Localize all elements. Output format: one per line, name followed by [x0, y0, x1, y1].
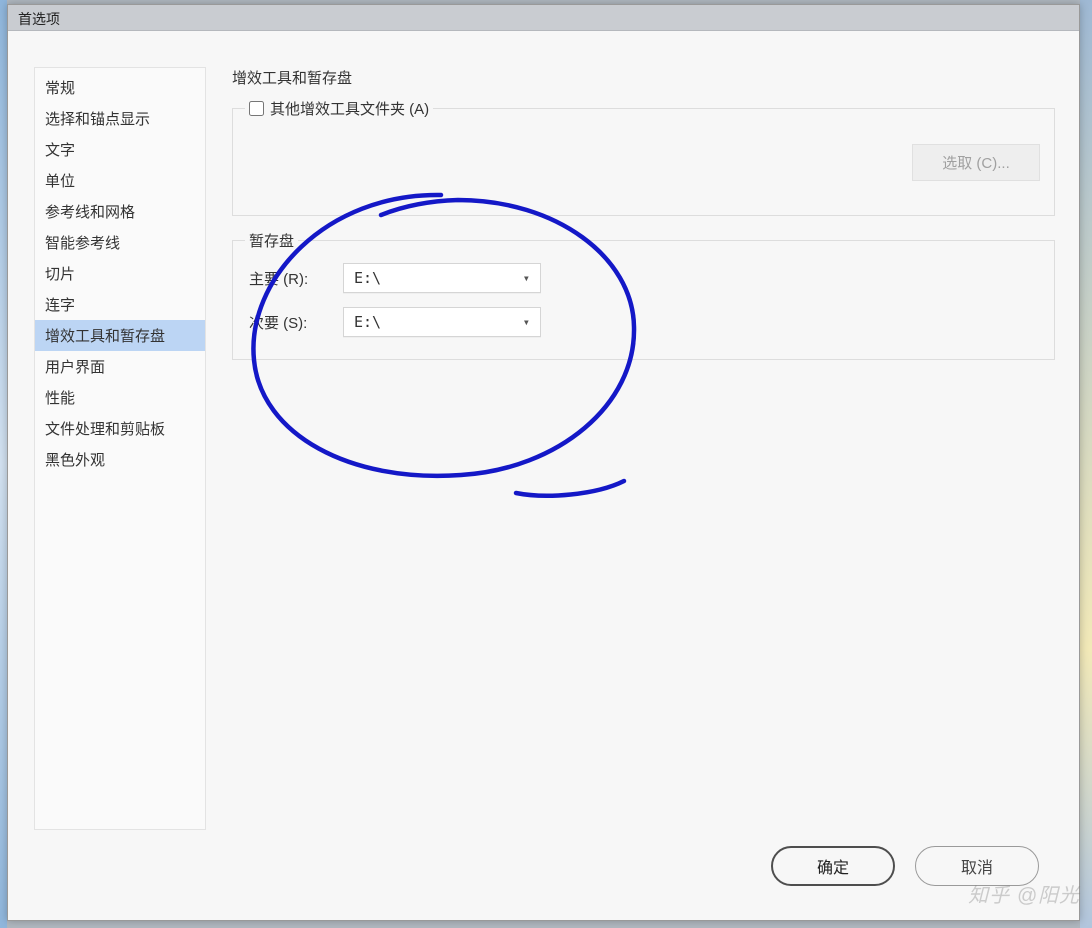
secondary-scratch-dropdown[interactable]: E:\ ▾ — [343, 307, 541, 337]
sidebar-item-general[interactable]: 常规 — [35, 72, 205, 103]
sidebar-item-label: 智能参考线 — [45, 235, 120, 252]
plugin-folder-legend: 其他增效工具文件夹 (A) — [245, 98, 433, 119]
sidebar-item-label: 增效工具和暂存盘 — [45, 328, 165, 345]
content-panel: 增效工具和暂存盘 其他增效工具文件夹 (A) 选取 (C)... 暂存盘 — [232, 67, 1055, 830]
sidebar-item-black-appearance[interactable]: 黑色外观 — [35, 444, 205, 475]
sidebar-item-label: 黑色外观 — [45, 452, 105, 469]
sidebar-item-label: 用户界面 — [45, 359, 105, 376]
primary-scratch-value: E:\ — [354, 269, 381, 287]
sidebar-item-hyphenation[interactable]: 连字 — [35, 289, 205, 320]
plugin-folder-checkbox[interactable] — [249, 101, 264, 116]
sidebar-item-label: 单位 — [45, 173, 75, 190]
sidebar-item-plugins-scratch[interactable]: 增效工具和暂存盘 — [35, 320, 205, 351]
sidebar-item-label: 连字 — [45, 297, 75, 314]
sidebar-item-user-interface[interactable]: 用户界面 — [35, 351, 205, 382]
secondary-label: 次要 (S): — [249, 312, 337, 333]
chevron-down-icon: ▾ — [523, 271, 530, 285]
ok-button[interactable]: 确定 — [771, 846, 895, 886]
sidebar-item-label: 参考线和网格 — [45, 204, 135, 221]
sidebar-item-type[interactable]: 文字 — [35, 134, 205, 165]
sidebar-item-slices[interactable]: 切片 — [35, 258, 205, 289]
window-titlebar: 首选项 — [8, 5, 1079, 31]
sidebar-item-label: 性能 — [45, 390, 75, 407]
scratch-disk-legend: 暂存盘 — [245, 230, 298, 251]
sidebar-item-label: 切片 — [45, 266, 75, 283]
sidebar-item-label: 选择和锚点显示 — [45, 111, 150, 128]
scratch-disk-group: 暂存盘 主要 (R): E:\ ▾ 次要 (S): E:\ ▾ — [232, 240, 1055, 360]
sidebar-item-label: 常规 — [45, 80, 75, 97]
sidebar-item-units[interactable]: 单位 — [35, 165, 205, 196]
sidebar-item-guides-grid[interactable]: 参考线和网格 — [35, 196, 205, 227]
cancel-button-label: 取消 — [961, 854, 993, 878]
plugin-folder-checkbox-label: 其他增效工具文件夹 (A) — [270, 98, 429, 119]
sidebar-item-file-clipboard[interactable]: 文件处理和剪贴板 — [35, 413, 205, 444]
bg-edge-left — [0, 0, 7, 928]
ok-button-label: 确定 — [817, 854, 849, 878]
chevron-down-icon: ▾ — [523, 315, 530, 329]
sidebar-item-performance[interactable]: 性能 — [35, 382, 205, 413]
window-title: 首选项 — [18, 11, 60, 27]
category-sidebar: 常规 选择和锚点显示 文字 单位 参考线和网格 智能参考线 切片 连字 增效工具… — [34, 67, 206, 830]
plugin-folder-group: 其他增效工具文件夹 (A) 选取 (C)... — [232, 108, 1055, 216]
cancel-button[interactable]: 取消 — [915, 846, 1039, 886]
choose-button[interactable]: 选取 (C)... — [912, 144, 1040, 181]
sidebar-item-label: 文字 — [45, 142, 75, 159]
primary-label: 主要 (R): — [249, 268, 337, 289]
preferences-window: 首选项 常规 选择和锚点显示 文字 单位 参考线和网格 智能参考线 切片 连字 … — [7, 4, 1080, 921]
bg-edge-right — [1080, 0, 1092, 928]
sidebar-item-smart-guides[interactable]: 智能参考线 — [35, 227, 205, 258]
sidebar-item-selection-anchor[interactable]: 选择和锚点显示 — [35, 103, 205, 134]
choose-button-label: 选取 (C)... — [942, 155, 1010, 172]
sidebar-item-label: 文件处理和剪贴板 — [45, 421, 165, 438]
dialog-footer: 确定 取消 — [34, 830, 1055, 902]
panel-title: 增效工具和暂存盘 — [232, 67, 1055, 88]
primary-scratch-dropdown[interactable]: E:\ ▾ — [343, 263, 541, 293]
secondary-scratch-value: E:\ — [354, 313, 381, 331]
